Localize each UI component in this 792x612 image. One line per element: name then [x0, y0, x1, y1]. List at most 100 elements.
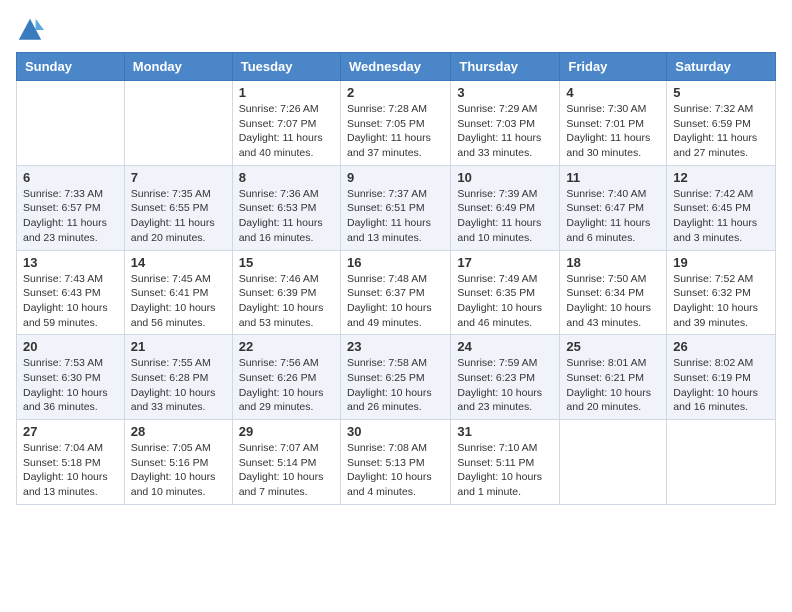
day-number: 1: [239, 85, 334, 100]
calendar-header-row: SundayMondayTuesdayWednesdayThursdayFrid…: [17, 53, 776, 81]
calendar-wrapper: SundayMondayTuesdayWednesdayThursdayFrid…: [0, 52, 792, 513]
calendar-cell: [17, 81, 125, 166]
day-number: 18: [566, 255, 660, 270]
day-info: Sunrise: 7:29 AM Sunset: 7:03 PM Dayligh…: [457, 102, 553, 161]
day-info: Sunrise: 7:58 AM Sunset: 6:25 PM Dayligh…: [347, 356, 444, 415]
calendar-cell: 1 Sunrise: 7:26 AM Sunset: 7:07 PM Daylig…: [232, 81, 340, 166]
calendar-cell: 26 Sunrise: 8:02 AM Sunset: 6:19 PM Dayli…: [667, 335, 776, 420]
calendar-cell: 28 Sunrise: 7:05 AM Sunset: 5:16 PM Dayli…: [124, 420, 232, 505]
calendar-week-row: 6Sunrise: 7:33 AM Sunset: 6:57 PM Daylig…: [17, 165, 776, 250]
calendar-cell: 10 Sunrise: 7:39 AM Sunset: 6:49 PM Dayli…: [451, 165, 560, 250]
day-info: Sunrise: 7:26 AM Sunset: 7:07 PM Dayligh…: [239, 102, 334, 161]
day-info: Sunrise: 7:10 AM Sunset: 5:11 PM Dayligh…: [457, 441, 553, 500]
day-info: Sunrise: 7:40 AM Sunset: 6:47 PM Dayligh…: [566, 187, 660, 246]
calendar-cell: 15 Sunrise: 7:46 AM Sunset: 6:39 PM Dayli…: [232, 250, 340, 335]
day-info: Sunrise: 8:02 AM Sunset: 6:19 PM Dayligh…: [673, 356, 769, 415]
weekday-header: Sunday: [17, 53, 125, 81]
calendar-cell: 22Sunrise: 7:56 AM Sunset: 6:26 PM Dayli…: [232, 335, 340, 420]
day-number: 17: [457, 255, 553, 270]
day-info: Sunrise: 7:07 AM Sunset: 5:14 PM Dayligh…: [239, 441, 334, 500]
day-info: Sunrise: 7:37 AM Sunset: 6:51 PM Dayligh…: [347, 187, 444, 246]
weekday-header: Saturday: [667, 53, 776, 81]
day-info: Sunrise: 7:46 AM Sunset: 6:39 PM Dayligh…: [239, 272, 334, 331]
weekday-header: Tuesday: [232, 53, 340, 81]
day-number: 15: [239, 255, 334, 270]
day-number: 16: [347, 255, 444, 270]
day-info: Sunrise: 7:43 AM Sunset: 6:43 PM Dayligh…: [23, 272, 118, 331]
day-number: 5: [673, 85, 769, 100]
day-info: Sunrise: 7:53 AM Sunset: 6:30 PM Dayligh…: [23, 356, 118, 415]
day-info: Sunrise: 8:01 AM Sunset: 6:21 PM Dayligh…: [566, 356, 660, 415]
weekday-header: Monday: [124, 53, 232, 81]
calendar-cell: [124, 81, 232, 166]
day-number: 14: [131, 255, 226, 270]
calendar-cell: 30Sunrise: 7:08 AM Sunset: 5:13 PM Dayli…: [340, 420, 450, 505]
calendar-cell: 27 Sunrise: 7:04 AM Sunset: 5:18 PM Dayli…: [17, 420, 125, 505]
day-number: 20: [23, 339, 118, 354]
calendar-cell: 31 Sunrise: 7:10 AM Sunset: 5:11 PM Dayli…: [451, 420, 560, 505]
day-number: 24: [457, 339, 553, 354]
day-number: 10: [457, 170, 553, 185]
calendar-cell: [667, 420, 776, 505]
day-info: Sunrise: 7:35 AM Sunset: 6:55 PM Dayligh…: [131, 187, 226, 246]
day-number: 26: [673, 339, 769, 354]
day-number: 9: [347, 170, 444, 185]
day-info: Sunrise: 7:52 AM Sunset: 6:32 PM Dayligh…: [673, 272, 769, 331]
day-number: 4: [566, 85, 660, 100]
calendar-cell: 4 Sunrise: 7:30 AM Sunset: 7:01 PM Daylig…: [560, 81, 667, 166]
calendar-cell: [560, 420, 667, 505]
calendar-cell: 12 Sunrise: 7:42 AM Sunset: 6:45 PM Dayli…: [667, 165, 776, 250]
calendar-cell: 5 Sunrise: 7:32 AM Sunset: 6:59 PM Daylig…: [667, 81, 776, 166]
day-info: Sunrise: 7:45 AM Sunset: 6:41 PM Dayligh…: [131, 272, 226, 331]
calendar-week-row: 27 Sunrise: 7:04 AM Sunset: 5:18 PM Dayli…: [17, 420, 776, 505]
day-number: 12: [673, 170, 769, 185]
day-number: 2: [347, 85, 444, 100]
calendar-cell: 11 Sunrise: 7:40 AM Sunset: 6:47 PM Dayli…: [560, 165, 667, 250]
day-number: 29: [239, 424, 334, 439]
day-info: Sunrise: 7:48 AM Sunset: 6:37 PM Dayligh…: [347, 272, 444, 331]
weekday-header: Thursday: [451, 53, 560, 81]
day-info: Sunrise: 7:36 AM Sunset: 6:53 PM Dayligh…: [239, 187, 334, 246]
calendar-cell: 14 Sunrise: 7:45 AM Sunset: 6:41 PM Dayli…: [124, 250, 232, 335]
calendar-cell: 2 Sunrise: 7:28 AM Sunset: 7:05 PM Daylig…: [340, 81, 450, 166]
calendar-cell: 19 Sunrise: 7:52 AM Sunset: 6:32 PM Dayli…: [667, 250, 776, 335]
calendar-cell: 6Sunrise: 7:33 AM Sunset: 6:57 PM Daylig…: [17, 165, 125, 250]
day-number: 23: [347, 339, 444, 354]
day-number: 19: [673, 255, 769, 270]
day-number: 25: [566, 339, 660, 354]
day-info: Sunrise: 7:32 AM Sunset: 6:59 PM Dayligh…: [673, 102, 769, 161]
day-number: 3: [457, 85, 553, 100]
logo-icon: [16, 16, 44, 44]
day-number: 13: [23, 255, 118, 270]
day-info: Sunrise: 7:55 AM Sunset: 6:28 PM Dayligh…: [131, 356, 226, 415]
calendar-table: SundayMondayTuesdayWednesdayThursdayFrid…: [16, 52, 776, 505]
day-number: 27: [23, 424, 118, 439]
day-info: Sunrise: 7:39 AM Sunset: 6:49 PM Dayligh…: [457, 187, 553, 246]
day-info: Sunrise: 7:49 AM Sunset: 6:35 PM Dayligh…: [457, 272, 553, 331]
day-info: Sunrise: 7:42 AM Sunset: 6:45 PM Dayligh…: [673, 187, 769, 246]
page-header: [0, 0, 792, 52]
day-number: 11: [566, 170, 660, 185]
calendar-cell: 16 Sunrise: 7:48 AM Sunset: 6:37 PM Dayli…: [340, 250, 450, 335]
day-number: 8: [239, 170, 334, 185]
calendar-cell: 13 Sunrise: 7:43 AM Sunset: 6:43 PM Dayli…: [17, 250, 125, 335]
calendar-cell: 25 Sunrise: 8:01 AM Sunset: 6:21 PM Dayli…: [560, 335, 667, 420]
calendar-cell: 9 Sunrise: 7:37 AM Sunset: 6:51 PM Daylig…: [340, 165, 450, 250]
calendar-cell: 29 Sunrise: 7:07 AM Sunset: 5:14 PM Dayli…: [232, 420, 340, 505]
day-number: 28: [131, 424, 226, 439]
calendar-cell: 24Sunrise: 7:59 AM Sunset: 6:23 PM Dayli…: [451, 335, 560, 420]
weekday-header: Wednesday: [340, 53, 450, 81]
calendar-cell: 17 Sunrise: 7:49 AM Sunset: 6:35 PM Dayli…: [451, 250, 560, 335]
calendar-cell: 3 Sunrise: 7:29 AM Sunset: 7:03 PM Daylig…: [451, 81, 560, 166]
calendar-week-row: 20 Sunrise: 7:53 AM Sunset: 6:30 PM Dayli…: [17, 335, 776, 420]
day-number: 31: [457, 424, 553, 439]
calendar-cell: 20 Sunrise: 7:53 AM Sunset: 6:30 PM Dayli…: [17, 335, 125, 420]
day-info: Sunrise: 7:28 AM Sunset: 7:05 PM Dayligh…: [347, 102, 444, 161]
day-number: 22: [239, 339, 334, 354]
day-info: Sunrise: 7:30 AM Sunset: 7:01 PM Dayligh…: [566, 102, 660, 161]
day-info: Sunrise: 7:05 AM Sunset: 5:16 PM Dayligh…: [131, 441, 226, 500]
day-info: Sunrise: 7:33 AM Sunset: 6:57 PM Dayligh…: [23, 187, 118, 246]
day-number: 21: [131, 339, 226, 354]
day-info: Sunrise: 7:04 AM Sunset: 5:18 PM Dayligh…: [23, 441, 118, 500]
calendar-cell: 21 Sunrise: 7:55 AM Sunset: 6:28 PM Dayli…: [124, 335, 232, 420]
